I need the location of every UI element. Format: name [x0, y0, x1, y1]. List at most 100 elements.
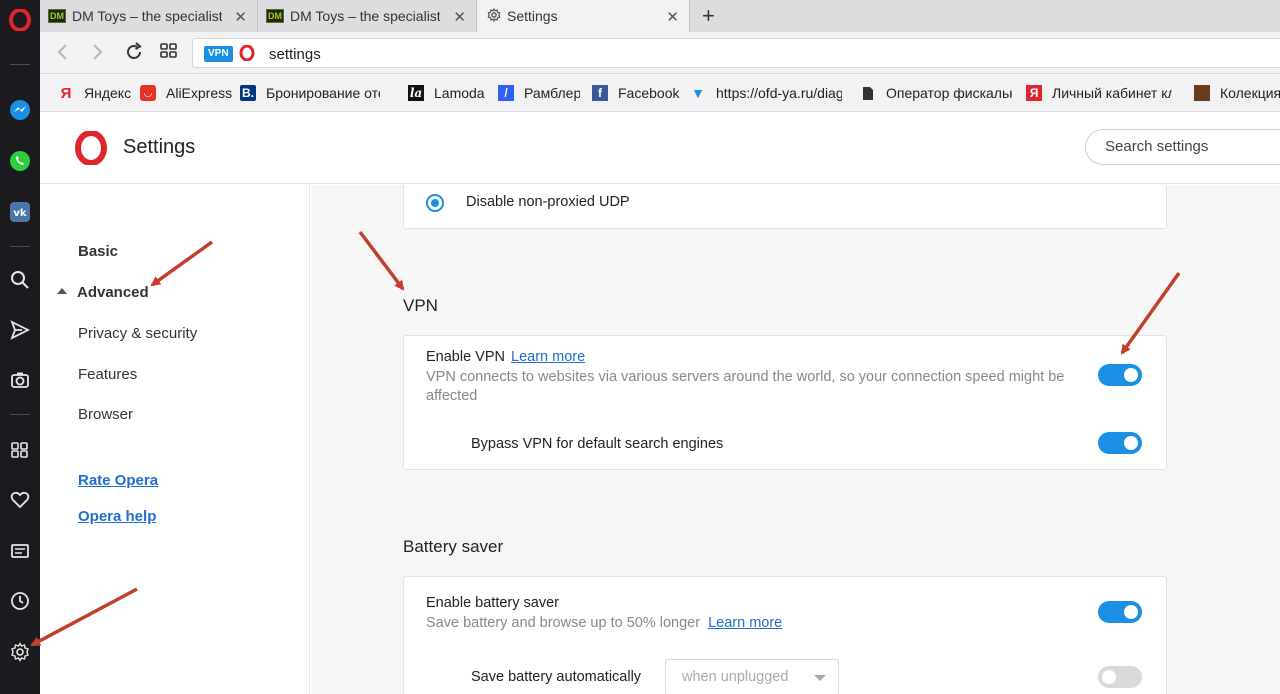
- rate-opera-link[interactable]: Rate Opera: [78, 472, 158, 489]
- vpn-description: VPN connects to websites via various ser…: [426, 369, 1065, 404]
- vk-icon[interactable]: vk: [4, 196, 36, 228]
- bookmark-label: Бронирование отеле: [266, 85, 380, 101]
- bookmark-rambler[interactable]: / Рамблер: [498, 83, 580, 103]
- search-icon[interactable]: [4, 264, 36, 296]
- bookmark-facebook[interactable]: f Facebook: [592, 83, 680, 103]
- back-icon[interactable]: [56, 42, 70, 67]
- dm-toys-favicon-icon: DM: [48, 9, 66, 23]
- opera-sidebar: vk: [0, 0, 40, 694]
- opera-help-link[interactable]: Opera help: [78, 508, 156, 525]
- bookmark-label: Колекция: [1220, 85, 1280, 101]
- new-tab-plus-icon[interactable]: +: [702, 3, 715, 29]
- rambler-icon: /: [498, 85, 514, 101]
- opera-logo-icon: [74, 130, 108, 170]
- booking-icon: B.: [240, 85, 256, 101]
- enable-battery-saver-toggle[interactable]: [1098, 601, 1142, 623]
- battery-description-row: Save battery and browse up to 50% longer…: [426, 614, 782, 633]
- bookmark-label: Lamoda: [434, 85, 485, 101]
- battery-auto-select[interactable]: when unplugged: [665, 659, 839, 694]
- ofd-icon: ▼: [691, 85, 705, 101]
- settings-nav: Basic Advanced Privacy & security Featur…: [40, 185, 310, 694]
- bookmark-label: Личный кабинет кли: [1052, 85, 1172, 101]
- bookmarks-bar: Я Яндекс ◡ AliExpress B. Бронирование от…: [40, 74, 1280, 112]
- udp-card: Disable non-proxied UDP: [403, 185, 1167, 229]
- bookmark-label: Facebook: [618, 85, 680, 101]
- url-text: settings: [269, 46, 321, 63]
- aliexpress-icon: ◡: [140, 85, 156, 101]
- bypass-vpn-label: Bypass VPN for default search engines: [471, 436, 724, 452]
- bookmark-label: Оператор фискальны: [886, 85, 1012, 101]
- nav-features[interactable]: Features: [78, 366, 137, 383]
- speed-dial-icon[interactable]: [4, 434, 36, 466]
- bookmark-yandex[interactable]: Я Яндекс: [58, 83, 134, 103]
- bookmark-booking[interactable]: B. Бронирование отеле: [240, 83, 380, 103]
- battery-description: Save battery and browse up to 50% longer: [426, 615, 701, 631]
- battery-card: Enable battery saver Save battery and br…: [403, 576, 1167, 694]
- yandex-icon: Я: [60, 84, 72, 102]
- tab-strip: DM DM Toys – the specialist fo ✕ DM DM T…: [40, 0, 1280, 32]
- whatsapp-icon[interactable]: [4, 145, 36, 177]
- close-icon[interactable]: ✕: [453, 8, 466, 26]
- vpn-section-title: VPN: [403, 296, 438, 315]
- address-bar: VPN settings: [40, 32, 1280, 74]
- bookmark-aliexpress[interactable]: ◡ AliExpress: [140, 83, 232, 103]
- gear-icon: [487, 7, 501, 25]
- bookmark-personal-account[interactable]: Я Личный кабинет кли: [1026, 83, 1172, 103]
- nav-privacy-security[interactable]: Privacy & security: [78, 325, 197, 342]
- tab-settings[interactable]: Settings ✕: [477, 0, 690, 32]
- tab-dm-toys-1[interactable]: DM DM Toys – the specialist fo ✕: [40, 0, 258, 32]
- bypass-vpn-toggle[interactable]: [1098, 432, 1142, 454]
- settings-content: Disable non-proxied UDP VPN Enable VPN Le…: [311, 185, 1280, 694]
- bookmark-lamoda[interactable]: la Lamoda: [408, 83, 486, 103]
- close-icon[interactable]: ✕: [234, 8, 247, 26]
- udp-option-label: Disable non-proxied UDP: [466, 194, 630, 210]
- reload-icon[interactable]: [124, 42, 144, 67]
- url-field[interactable]: VPN settings: [192, 38, 1280, 68]
- speed-dial-grid-icon[interactable]: [160, 42, 178, 65]
- opera-logo-icon: [239, 44, 255, 66]
- bookmark-collection[interactable]: Колекция: [1194, 83, 1280, 103]
- settings-header: Settings Search settings: [40, 112, 1280, 184]
- tab-dm-toys-2[interactable]: DM DM Toys – the specialist fo ✕: [258, 0, 477, 32]
- news-icon[interactable]: [4, 535, 36, 567]
- messenger-icon[interactable]: [4, 94, 36, 126]
- bookmark-label: Яндекс: [84, 85, 132, 101]
- collapse-triangle-icon[interactable]: [57, 288, 67, 294]
- opera-menu-icon[interactable]: [4, 4, 36, 36]
- svg-text:vk: vk: [13, 208, 27, 219]
- nav-advanced[interactable]: Advanced: [77, 284, 149, 301]
- page-title: Settings: [123, 136, 196, 158]
- close-icon[interactable]: ✕: [666, 8, 679, 26]
- heart-icon[interactable]: [4, 484, 36, 516]
- dm-toys-favicon-icon: DM: [266, 9, 284, 23]
- vpn-learn-more-link[interactable]: Learn more: [511, 349, 585, 365]
- history-icon[interactable]: [4, 585, 36, 617]
- camera-icon[interactable]: [4, 364, 36, 396]
- save-battery-automatically-toggle[interactable]: [1098, 666, 1142, 688]
- bookmark-label: AliExpress: [166, 85, 232, 101]
- save-battery-automatically-label: Save battery automatically: [471, 669, 642, 685]
- battery-learn-more-link[interactable]: Learn more: [708, 615, 782, 631]
- vpn-card: Enable VPN Learn more VPN connects to web…: [403, 335, 1167, 470]
- search-settings-input[interactable]: Search settings: [1085, 129, 1280, 165]
- vpn-badge[interactable]: VPN: [204, 46, 233, 62]
- bookmark-ofd[interactable]: ▼ https://ofd-ya.ru/diag: [690, 83, 842, 103]
- nav-browser[interactable]: Browser: [78, 406, 133, 423]
- chevron-down-icon: [814, 675, 826, 681]
- bookmark-label: https://ofd-ya.ru/diag: [716, 85, 842, 101]
- enable-vpn-row-title: Enable VPN Learn more: [426, 349, 585, 365]
- bookmark-fiscal-operator[interactable]: Оператор фискальны: [860, 83, 1012, 103]
- collection-icon: [1194, 85, 1210, 101]
- enable-vpn-label: Enable VPN: [426, 349, 505, 365]
- enable-battery-saver-label: Enable battery saver: [426, 595, 559, 611]
- battery-section-title: Battery saver: [403, 537, 504, 556]
- send-icon[interactable]: [4, 314, 36, 346]
- battery-auto-select-value: when unplugged: [682, 669, 789, 685]
- settings-gear-icon[interactable]: [4, 636, 36, 668]
- enable-vpn-toggle[interactable]: [1098, 364, 1142, 386]
- forward-icon[interactable]: [90, 42, 104, 67]
- facebook-icon: f: [592, 85, 608, 101]
- nav-basic[interactable]: Basic: [78, 243, 118, 260]
- udp-radio[interactable]: [426, 194, 444, 212]
- document-icon: [860, 85, 876, 101]
